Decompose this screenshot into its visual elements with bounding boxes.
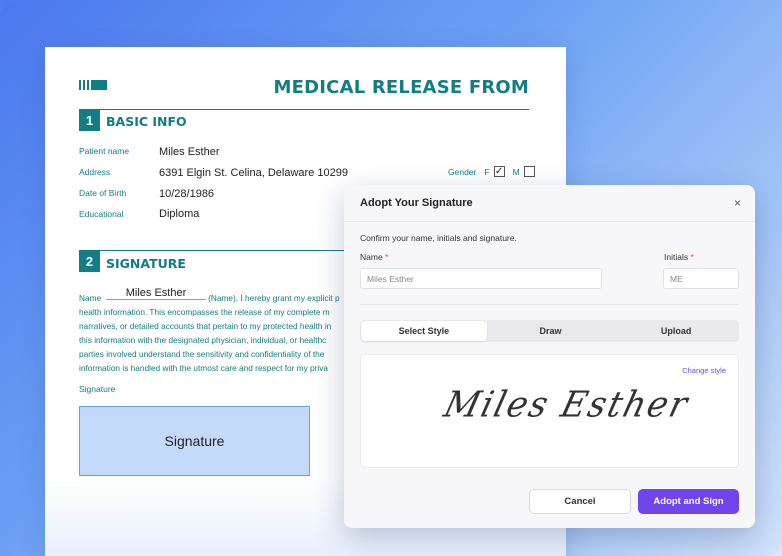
section-title-basic-info: BASIC INFO [106, 114, 187, 129]
section-number: 1 [79, 110, 100, 131]
change-style-link[interactable]: Change style [682, 366, 726, 375]
signature-label: Signature [79, 384, 116, 394]
dialog-title: Adopt Your Signature [360, 197, 473, 209]
name-field-label: Name * [360, 252, 388, 262]
dialog-header-divider [344, 221, 755, 222]
initials-input[interactable] [663, 268, 739, 289]
dob-value: 10/28/1986 [159, 188, 215, 200]
consent-paragraph: Name (Name), I hereby grant my explicit p… [79, 291, 369, 375]
background-frame: MEDICAL RELEASE FROM 1 BASIC INFO Patien… [0, 0, 782, 556]
signature-preview-text: Miles Esther [439, 384, 694, 426]
required-mark: * [385, 252, 389, 262]
name-label-text: Name [360, 252, 383, 262]
title-divider [79, 109, 529, 110]
dob-label: Date of Birth [79, 188, 127, 198]
section-number: 2 [79, 251, 100, 272]
address-label: Address [79, 167, 111, 177]
adopt-signature-dialog: Adopt Your Signature × Confirm your name… [344, 185, 755, 528]
required-mark: * [690, 252, 694, 262]
close-icon[interactable]: × [734, 196, 741, 210]
consent-line: (Name), I hereby grant my explicit p [208, 293, 340, 303]
consent-line: narratives, or detailed accounts that pe… [79, 321, 332, 331]
name-input[interactable] [360, 268, 602, 289]
dialog-section-divider [360, 304, 739, 305]
section-title-signature: SIGNATURE [106, 256, 186, 271]
tab-upload[interactable]: Upload [613, 320, 739, 342]
gender-label: Gender [448, 166, 477, 177]
signature-style-tabs: Select Style Draw Upload [360, 320, 739, 342]
gender-female-label: F [484, 166, 490, 177]
logo-mark-icon [79, 80, 107, 90]
consent-line: health information. This encompasses the… [79, 307, 330, 317]
signature-field-text: Signature [164, 433, 225, 449]
patient-name-value: Miles Esther [159, 146, 220, 158]
address-value: 6391 Elgin St. Celina, Delaware 10299 [159, 167, 348, 179]
consent-line: parties involved understand the sensitiv… [79, 349, 325, 359]
signature-field[interactable]: Signature [79, 406, 310, 476]
cancel-button[interactable]: Cancel [529, 489, 631, 514]
consent-name-label: Name [79, 293, 102, 303]
adopt-and-sign-button[interactable]: Adopt and Sign [638, 489, 739, 514]
tab-draw[interactable]: Draw [488, 320, 614, 342]
education-label: Educational [79, 209, 124, 219]
education-value: Diploma [159, 208, 200, 220]
gender-female-checkbox[interactable]: ✓ [493, 166, 505, 177]
dialog-subtitle: Confirm your name, initials and signatur… [360, 233, 517, 243]
patient-name-label: Patient name [79, 146, 130, 156]
gender-male-checkbox[interactable] [523, 166, 535, 177]
initials-label-text: Initials [664, 252, 689, 262]
initials-field-label: Initials * [664, 252, 694, 262]
signature-preview: Change style Miles Esther [360, 354, 739, 468]
tab-select-style[interactable]: Select Style [361, 321, 487, 341]
gender-male-label: M [512, 166, 520, 177]
consent-name-fill: Miles Esther [106, 287, 206, 300]
consent-line: this information with the designated phy… [79, 335, 327, 345]
consent-line: information is handled with the utmost c… [79, 363, 329, 373]
document-title: MEDICAL RELEASE FROM [273, 77, 529, 98]
gender-field: Gender F ✓ M [448, 166, 535, 177]
